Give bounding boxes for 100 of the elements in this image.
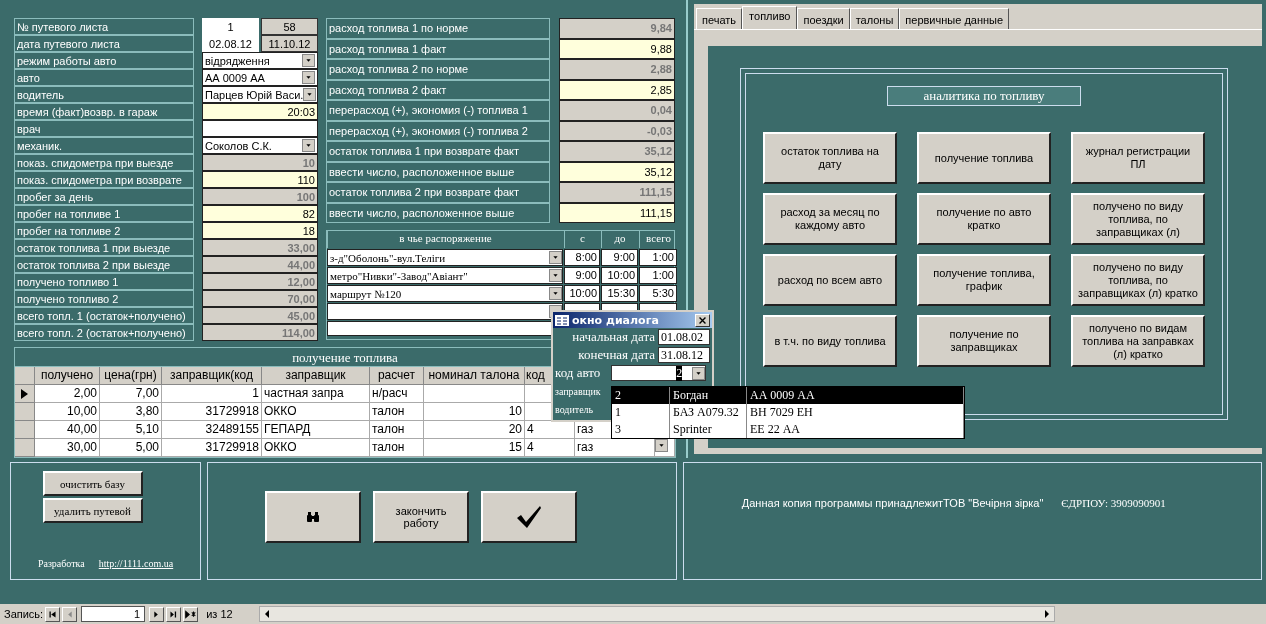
time-cell[interactable]: 10:00 [601, 267, 638, 284]
column-header: в чье распоряжение [327, 231, 563, 248]
section-title: аналитика по топливу [887, 86, 1081, 106]
column-header[interactable]: номинал талона [424, 367, 525, 385]
action-button[interactable]: удалить путевой [42, 498, 143, 523]
record-number-field[interactable]: 1 [81, 606, 146, 622]
route-combo[interactable]: метро"Нивки"-Завод"Авіант" [327, 267, 563, 284]
field-label: расход топлива 2 факт [326, 79, 550, 100]
input-field[interactable]: 35,12 [559, 161, 675, 182]
column-header[interactable]: расчет [370, 367, 424, 385]
time-cell[interactable]: 1:00 [639, 267, 677, 284]
input-field[interactable]: 82 [202, 205, 318, 222]
input-field[interactable]: 110 [202, 171, 318, 188]
field-label: всего топл. 1 (остаток+получено) [14, 307, 194, 324]
value-field[interactable]: 11.10.12 [261, 35, 318, 52]
route-combo[interactable]: з-д"Оболонь"-вул.Теліги [327, 249, 563, 266]
field-label: начальная дата [571, 329, 655, 345]
column-header: с [564, 231, 600, 248]
field-label: режим работы авто [14, 52, 194, 69]
column-header: всего [639, 231, 677, 248]
report-button[interactable]: журнал регистрации ПЛ [1071, 132, 1205, 184]
field-label: остаток топлива 2 при выезде [14, 256, 194, 273]
tab[interactable]: поездки [797, 8, 850, 29]
time-cell[interactable]: 9:00 [564, 267, 600, 284]
report-button[interactable]: получение по заправщиках [917, 315, 1051, 367]
time-cell[interactable]: 5:30 [639, 285, 677, 302]
value-field[interactable]: 02.08.12 [202, 35, 259, 52]
credit-text: Разработка [37, 558, 85, 569]
website-link[interactable]: http://1111.com.ua [98, 558, 174, 569]
report-button[interactable]: получение топлива, график [917, 254, 1051, 306]
input-field[interactable]: 20:03 [202, 103, 318, 120]
time-cell[interactable]: 15:30 [601, 285, 638, 302]
column-header[interactable]: заправщик [262, 367, 370, 385]
field-label: заправщик [555, 385, 601, 397]
list-option[interactable]: 3 Sprinter ЕЕ 22 АА [612, 421, 964, 438]
field-label: ввести число, расположенное выше [326, 161, 550, 182]
combo-field[interactable]: Соколов С.К. [202, 137, 318, 154]
report-button[interactable]: получение по авто кратко [917, 193, 1051, 245]
report-button[interactable]: получено по виду топлива, по заправщиках (л) [1071, 193, 1205, 245]
field-label: пробег на топливе 2 [14, 222, 194, 239]
finish-button[interactable]: закончить работу [373, 491, 470, 543]
table-cell: ОККО [262, 439, 370, 457]
field-label: остаток топлива 1 при возврате факт [326, 141, 550, 162]
column-header[interactable]: цена(грн) [100, 367, 162, 385]
input-field[interactable]: 18 [202, 222, 318, 239]
field-label: получено топливо 1 [14, 273, 194, 290]
field-label: всего топл. 2 (остаток+получено) [14, 324, 194, 341]
combo-field[interactable]: Парцев Юрій Васи. [202, 86, 318, 103]
field-label: водитель [555, 403, 594, 415]
field-label: авто [14, 69, 194, 86]
table-cell: 4 [525, 439, 575, 457]
value-field[interactable]: 1 [202, 18, 259, 35]
combo-field[interactable]: АА 0009 АА [202, 69, 318, 86]
column-header[interactable]: получено [35, 367, 100, 385]
field-label: перерасход (+), экономия (-) топлива 2 [326, 120, 550, 141]
date-field[interactable]: 31.08.12 [658, 347, 710, 363]
table-cell: 31729918 [162, 439, 262, 457]
tab[interactable]: талоны [849, 8, 900, 29]
combo-field[interactable]: відрядження [202, 52, 318, 69]
list-option[interactable]: 2 Богдан АА 0009 АА [612, 387, 964, 404]
table-cell: 5,00 [100, 439, 162, 457]
field-label: получено топливо 2 [14, 290, 194, 307]
input-field[interactable]: 111,15 [559, 202, 675, 223]
time-cell[interactable]: 8:00 [564, 249, 600, 266]
input-field[interactable]: 9,88 [559, 38, 675, 59]
column-header[interactable]: заправщик(код [162, 367, 262, 385]
field-label: дата путевого листа [14, 35, 194, 52]
dialog-title: окно диалога [572, 313, 659, 327]
combo-field[interactable]: 2 [611, 365, 707, 381]
record-count: из 12 [206, 608, 233, 620]
field-label: показ. спидометра при выезде [14, 154, 194, 171]
field-label: время (факт)возвр. в гараж [14, 103, 194, 120]
field-label: показ. спидометра при возврате [14, 171, 194, 188]
column-header: до [601, 231, 638, 248]
field-label: расход топлива 1 факт [326, 38, 550, 59]
company-code: ЄДРПОУ: 3909090901 [1061, 497, 1166, 511]
record-label: Запись: [4, 608, 44, 620]
tab[interactable]: топливо [742, 6, 798, 29]
time-cell[interactable]: 1:00 [639, 249, 677, 266]
report-button[interactable]: расход по всем авто [763, 254, 897, 306]
report-button[interactable]: расход за месяц по каждому авто [763, 193, 897, 245]
time-cell[interactable]: 10:00 [564, 285, 600, 302]
time-cell[interactable]: 9:00 [601, 249, 638, 266]
field-label: расход топлива 1 по норме [326, 18, 550, 39]
report-button[interactable]: остаток топлива на дату [763, 132, 897, 184]
date-field[interactable]: 01.08.02 [658, 329, 710, 345]
report-button[interactable]: в т.ч. по виду топлива [763, 315, 897, 367]
table-cell: 15 [424, 439, 525, 457]
route-combo[interactable]: маршрут №120 [327, 285, 563, 302]
tab[interactable]: первичные данные [899, 8, 1010, 29]
report-button[interactable]: получено по видам топлива на заправках (л) кратко [1071, 315, 1205, 367]
input-field[interactable]: 2,85 [559, 79, 675, 100]
report-button[interactable]: получено по виду топлива, по заправщиках (л) кратко [1071, 254, 1205, 306]
tab[interactable]: печать [696, 8, 743, 29]
field-label: ввести число, расположенное выше [326, 202, 550, 223]
field-label: расход топлива 2 по норме [326, 59, 550, 80]
report-button[interactable]: получение топлива [917, 132, 1051, 184]
action-button[interactable]: очистить базу [42, 471, 143, 496]
value-field[interactable]: 58 [261, 18, 318, 35]
field-label: механик. [14, 137, 194, 154]
